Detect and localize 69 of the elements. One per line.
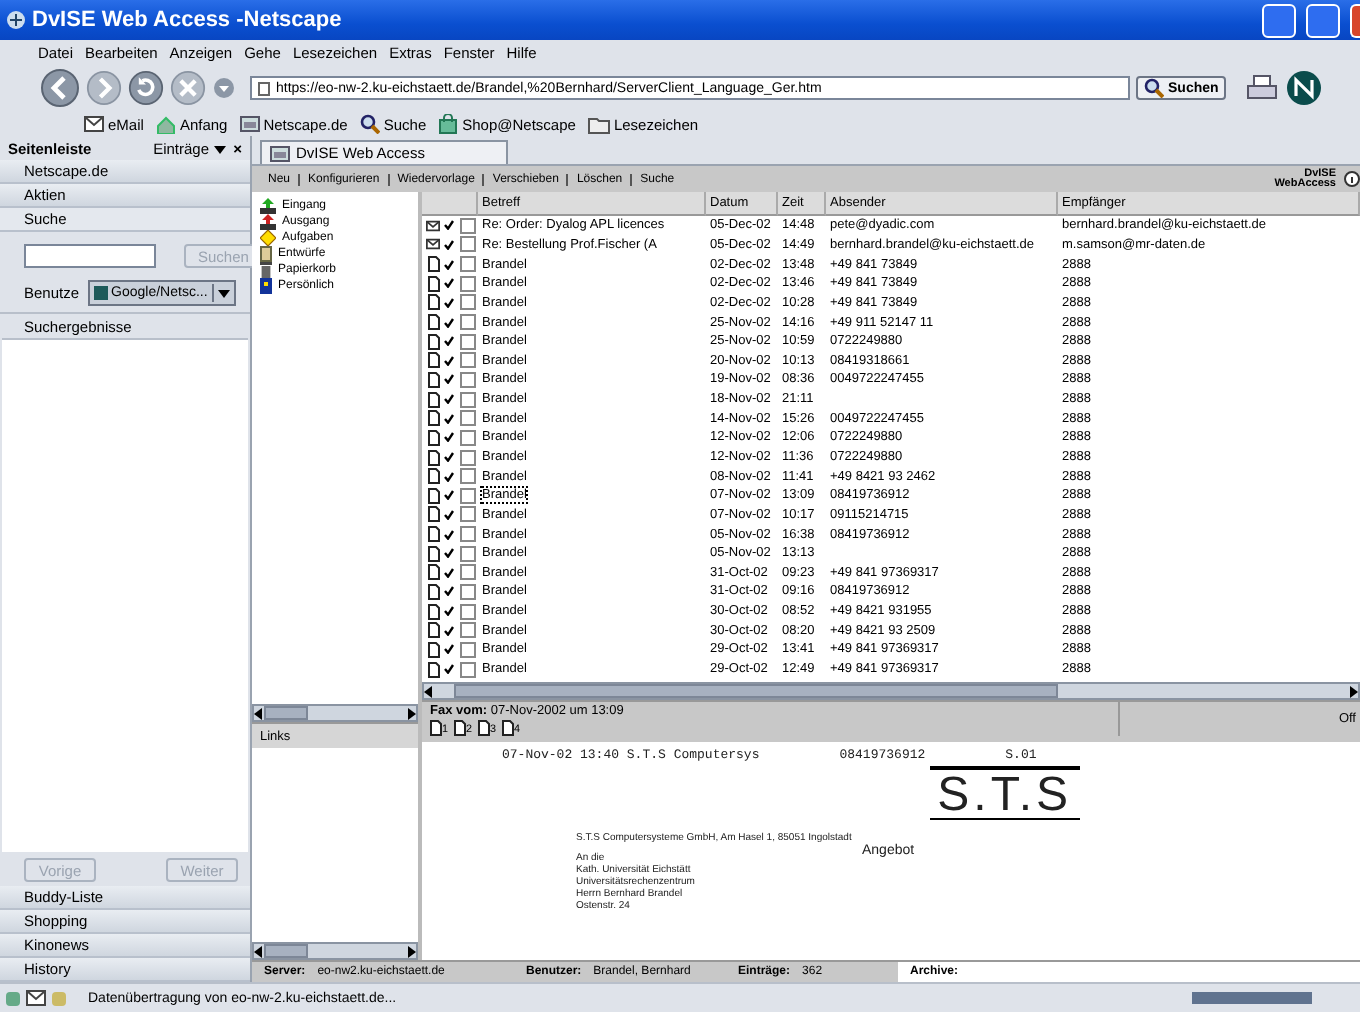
book-icon <box>260 278 272 294</box>
horizontal-scrollbar[interactable] <box>252 704 418 722</box>
row-checkbox[interactable] <box>460 275 476 292</box>
row-checkbox[interactable] <box>460 564 476 581</box>
row-checkbox[interactable] <box>460 468 476 485</box>
row-checkbox[interactable] <box>460 314 476 331</box>
row-checkbox[interactable] <box>460 487 476 504</box>
row-checkbox[interactable] <box>460 391 476 408</box>
company-logo: S.T.S <box>929 766 1080 820</box>
search-icon <box>359 114 380 134</box>
netscape-logo-icon[interactable] <box>1286 70 1323 106</box>
row-checkbox[interactable] <box>460 371 476 388</box>
scroll-right-icon[interactable] <box>1348 685 1358 697</box>
row-checkbox[interactable] <box>460 449 476 465</box>
notepad-icon <box>260 246 272 262</box>
row-checkbox[interactable] <box>460 217 476 234</box>
page-link[interactable]: 4 <box>502 720 521 736</box>
reload-icon[interactable] <box>128 70 164 106</box>
tray-out-icon <box>260 214 276 230</box>
minimize-button[interactable] <box>1262 3 1296 37</box>
security-icon[interactable] <box>6 991 20 1005</box>
row-checkbox[interactable] <box>460 603 476 620</box>
diamond-icon <box>260 230 276 246</box>
row-checkbox[interactable] <box>460 352 476 369</box>
row-checkbox[interactable] <box>460 506 476 523</box>
back-icon[interactable] <box>40 68 80 108</box>
window-title: DvISE Web Access -Netscape <box>32 8 342 32</box>
maximize-button[interactable] <box>1306 3 1340 37</box>
folder-icon <box>587 115 610 133</box>
row-checkbox[interactable] <box>460 622 476 639</box>
horizontal-scrollbar[interactable] <box>252 942 418 960</box>
row-checkbox[interactable] <box>460 236 476 253</box>
row-checkbox[interactable] <box>460 583 476 600</box>
window-icon <box>239 116 260 132</box>
row-checkbox[interactable] <box>460 256 476 273</box>
page-link[interactable]: 1 <box>430 720 449 736</box>
column-header[interactable] <box>422 192 478 216</box>
page-icon <box>258 81 270 95</box>
row-checkbox[interactable] <box>460 545 476 562</box>
row-checkbox[interactable] <box>460 429 476 446</box>
caret-icon <box>213 145 226 153</box>
scroll-right-icon[interactable] <box>406 707 416 719</box>
search-icon <box>1144 78 1164 98</box>
netscape-logo-icon <box>6 10 26 30</box>
row-checkbox[interactable] <box>460 294 476 311</box>
search-field[interactable] <box>24 244 156 268</box>
row-checkbox[interactable] <box>460 410 476 427</box>
engine-icon <box>93 286 108 300</box>
page-link[interactable]: 2 <box>454 720 473 736</box>
stop-icon[interactable] <box>170 70 206 106</box>
info-icon[interactable] <box>1344 170 1360 188</box>
dropdown-icon[interactable] <box>212 76 236 100</box>
caret-icon <box>217 289 230 297</box>
forward-icon[interactable] <box>86 70 122 106</box>
envelope-icon <box>84 116 104 132</box>
row-checkbox[interactable] <box>460 661 476 678</box>
window-icon <box>270 145 290 161</box>
trash-icon <box>260 262 272 278</box>
horizontal-scrollbar[interactable] <box>422 682 1360 700</box>
close-button[interactable] <box>1350 3 1360 37</box>
page-link[interactable]: 3 <box>478 720 497 736</box>
printer-icon[interactable] <box>1244 74 1281 102</box>
row-checkbox[interactable] <box>460 526 476 543</box>
row-checkbox[interactable] <box>460 333 476 350</box>
scroll-right-icon[interactable] <box>406 945 416 957</box>
shopping-bag-icon <box>438 114 459 134</box>
tray-in-icon <box>260 198 276 214</box>
row-checkbox[interactable] <box>460 641 476 658</box>
envelope-icon <box>26 990 46 1006</box>
